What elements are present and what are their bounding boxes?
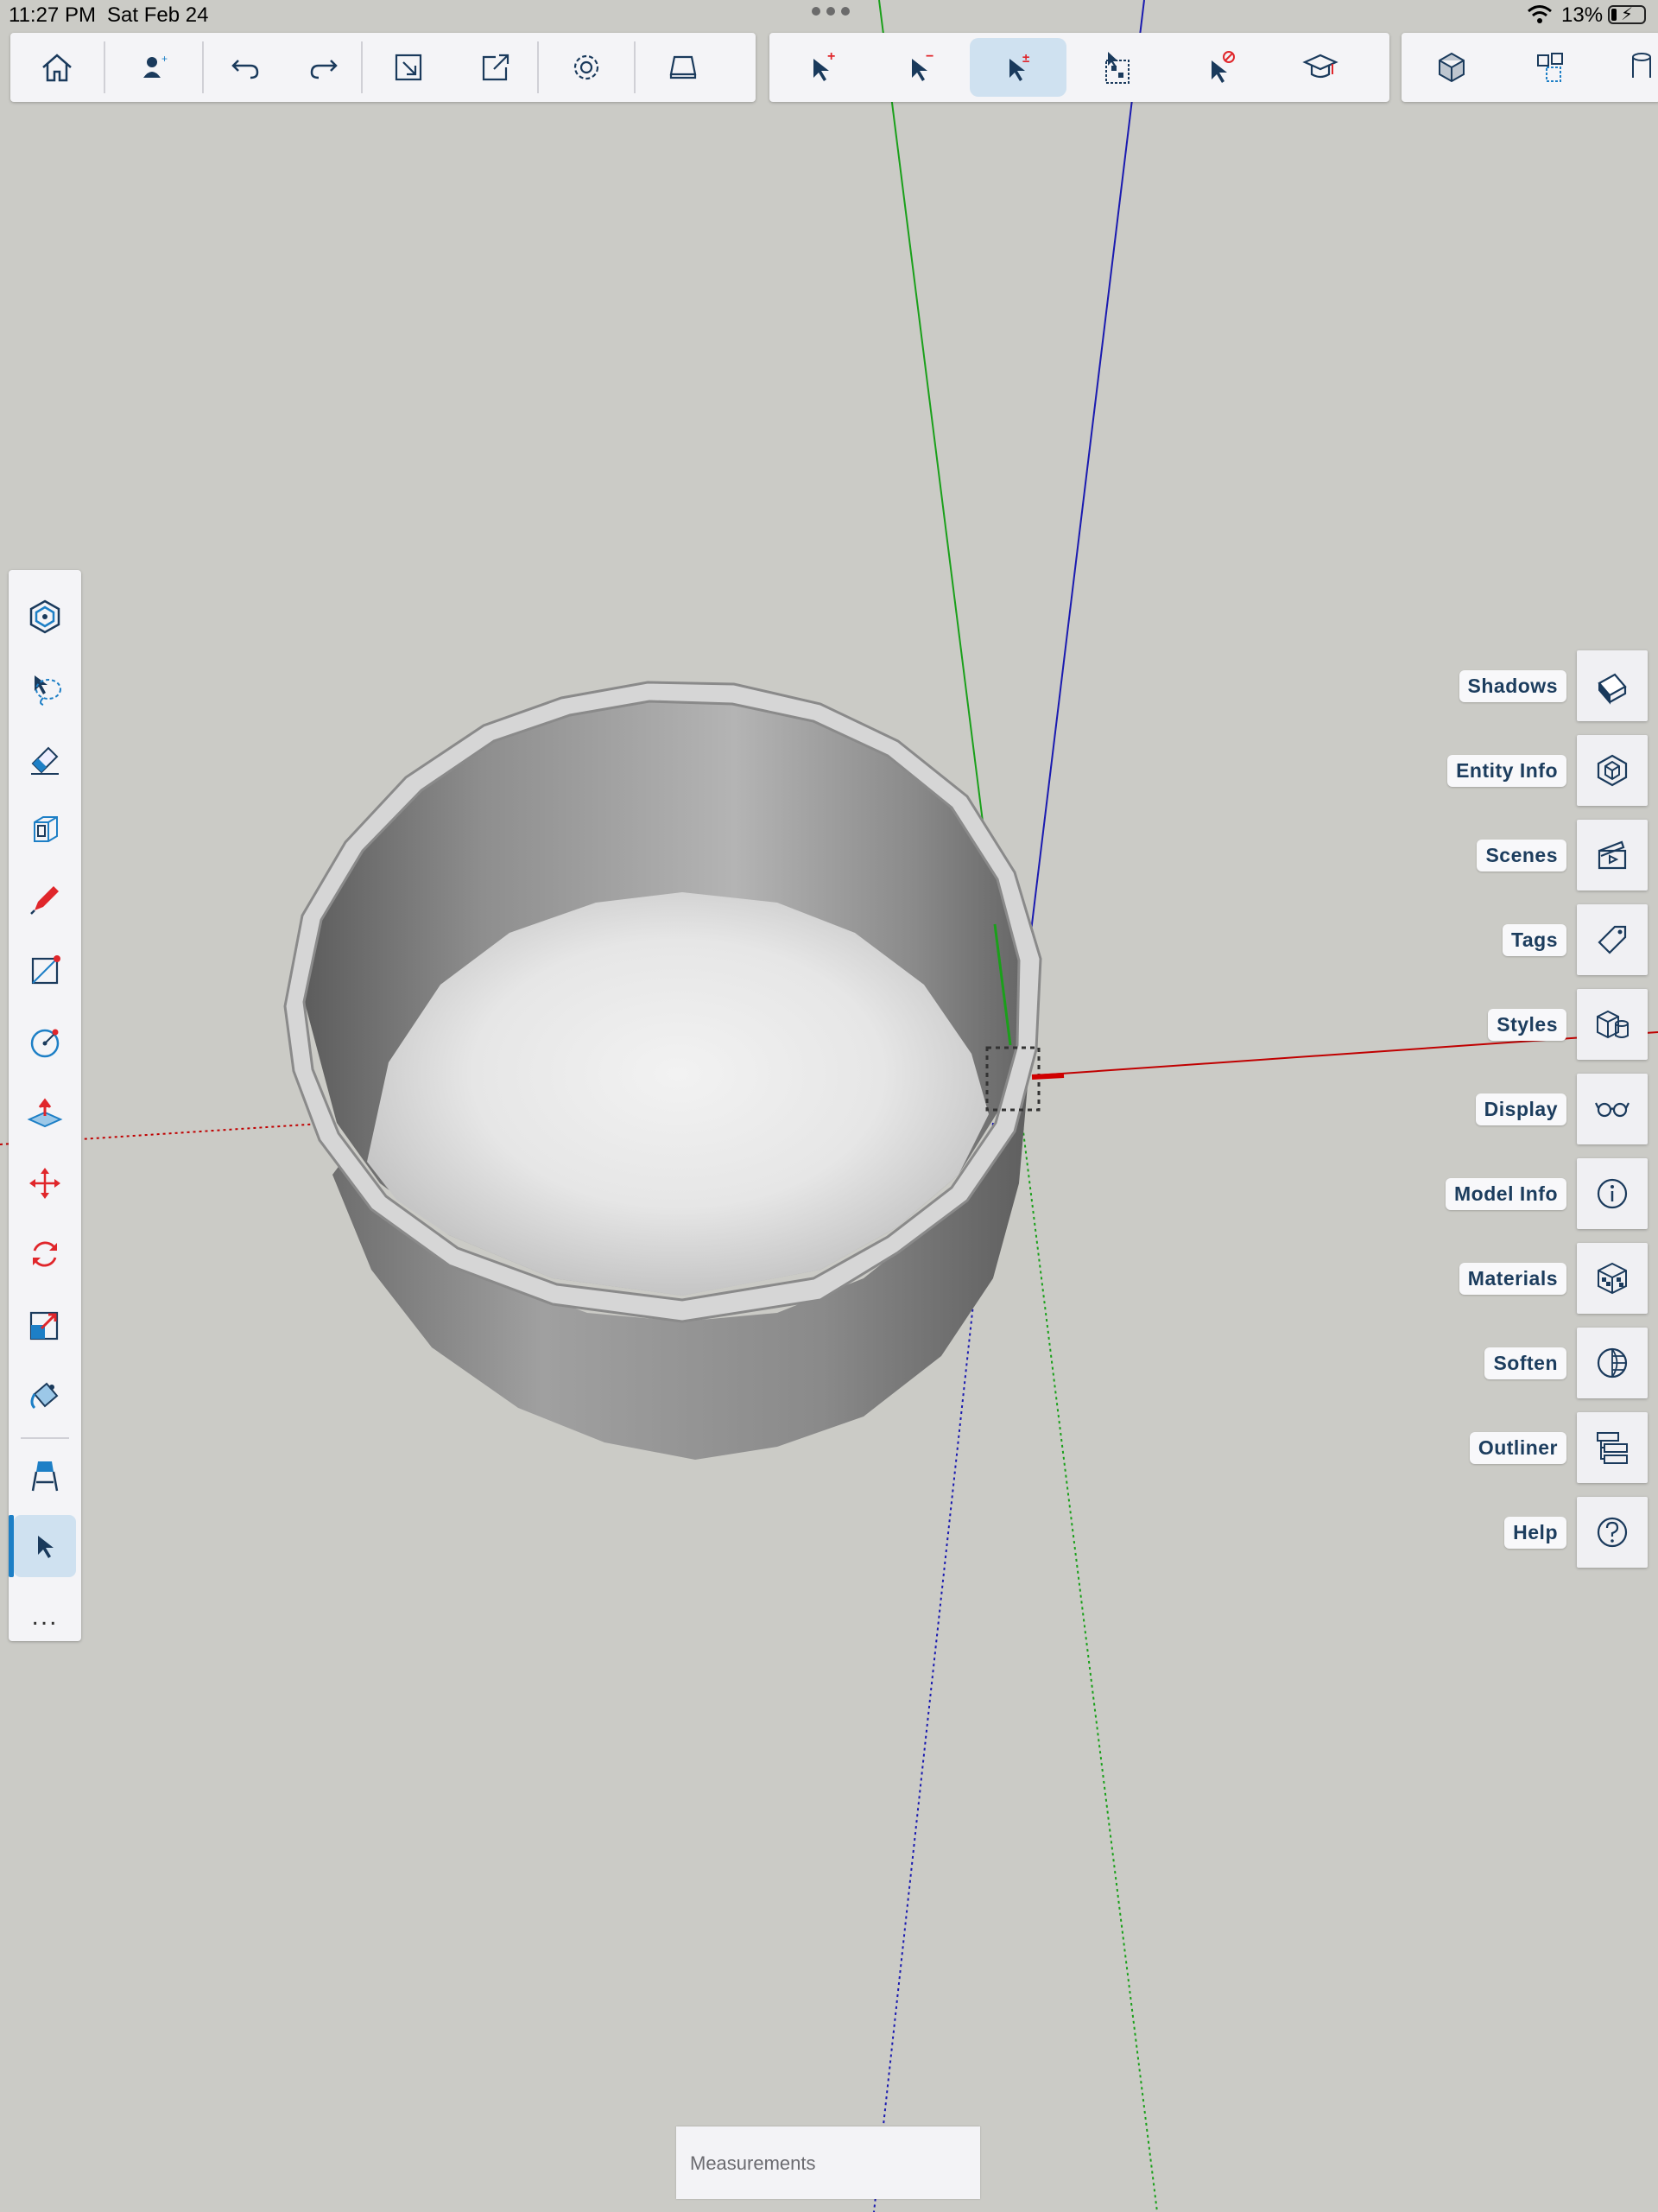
red-axis-marker — [1031, 1073, 1065, 1080]
scale-icon[interactable] — [14, 1294, 76, 1356]
scenes-icon[interactable] — [1577, 820, 1648, 891]
green-axis-dotted — [1018, 1096, 1158, 2212]
entity-info-icon[interactable] — [1577, 735, 1648, 806]
svg-text:+: + — [827, 49, 835, 64]
rotate-icon[interactable] — [14, 1223, 76, 1285]
select-icon[interactable] — [9, 1515, 76, 1577]
panel-label[interactable]: Model Info — [1446, 1177, 1566, 1210]
add-user-icon[interactable]: + — [105, 38, 202, 97]
svg-text:+: + — [161, 53, 168, 65]
paint-bucket-icon[interactable] — [14, 1365, 76, 1427]
select-add-icon[interactable]: + — [773, 38, 871, 97]
import-icon[interactable] — [363, 38, 454, 97]
selection-toolbar: + − ± — [769, 33, 1389, 102]
panel-soften[interactable]: Soften — [1484, 1327, 1648, 1399]
panel-label[interactable]: Display — [1475, 1093, 1566, 1125]
select-remove-icon[interactable]: − — [871, 38, 970, 97]
panel-help[interactable]: Help — [1504, 1496, 1648, 1569]
measurements-box[interactable]: Measurements — [676, 2126, 980, 2199]
undo-icon[interactable] — [204, 38, 287, 97]
move-icon[interactable] — [14, 1152, 76, 1214]
panel-label[interactable]: Scenes — [1477, 839, 1566, 871]
components-icon[interactable] — [1502, 38, 1602, 97]
push-pull-icon[interactable] — [14, 1081, 76, 1144]
panel-label[interactable]: Entity Info — [1447, 754, 1566, 787]
panel-tags[interactable]: Tags — [1503, 903, 1648, 976]
instructor-icon[interactable] — [1270, 38, 1370, 97]
component-icon[interactable] — [1402, 38, 1502, 97]
svg-text:±: ± — [1022, 51, 1029, 66]
eraser-icon[interactable] — [14, 727, 76, 789]
help-icon[interactable] — [1577, 1497, 1648, 1568]
panel-label[interactable]: Tags — [1503, 923, 1566, 956]
panel-scenes[interactable]: Scenes — [1477, 819, 1648, 891]
panel-label[interactable]: Materials — [1459, 1262, 1566, 1295]
status-date: Sat Feb 24 — [107, 3, 209, 27]
materials-icon[interactable] — [1577, 1243, 1648, 1314]
outliner-icon[interactable] — [1577, 1412, 1648, 1483]
pencil-icon[interactable] — [14, 869, 76, 931]
panel-label[interactable]: Help — [1504, 1516, 1566, 1549]
select-toggle-icon[interactable]: ± — [970, 38, 1066, 97]
measurements-placeholder[interactable]: Measurements — [690, 2152, 816, 2175]
offset-icon[interactable] — [14, 798, 76, 860]
model-info-icon[interactable] — [1577, 1158, 1648, 1229]
shadows-icon[interactable] — [1577, 650, 1648, 721]
home-icon[interactable] — [10, 38, 104, 97]
blue-axis — [1016, 0, 1145, 1046]
panel-model-info[interactable]: Model Info — [1446, 1157, 1648, 1230]
multitasking-dots[interactable] — [812, 7, 850, 16]
battery-percent: 13% — [1561, 3, 1604, 27]
rectangle-icon[interactable] — [14, 940, 76, 1002]
select-none-icon[interactable] — [1170, 38, 1270, 97]
panel-entity-info[interactable]: Entity Info — [1447, 734, 1648, 807]
panel-label[interactable]: Soften — [1484, 1347, 1566, 1379]
panel-label[interactable]: Shadows — [1459, 669, 1566, 702]
tags-icon[interactable] — [1577, 904, 1648, 975]
panel-display[interactable]: Display — [1475, 1073, 1648, 1145]
panel-styles[interactable]: Styles — [1488, 988, 1648, 1061]
settings-icon[interactable] — [539, 38, 634, 97]
lasso-icon[interactable] — [14, 656, 76, 719]
palette-divider — [21, 1437, 69, 1439]
tape-measure-icon[interactable] — [14, 1444, 76, 1506]
main-toolbar: + — [10, 33, 756, 102]
panel-materials[interactable]: Materials — [1459, 1242, 1648, 1315]
panel-label[interactable]: Styles — [1488, 1008, 1566, 1041]
model-viewport[interactable] — [0, 0, 1658, 2212]
status-time: 11:27 PM — [9, 3, 96, 27]
component-toolbar — [1402, 33, 1658, 102]
tool-palette: ... — [9, 570, 81, 1641]
soften-icon[interactable] — [1577, 1328, 1648, 1398]
select-all-icon[interactable] — [1066, 38, 1170, 97]
wifi-icon — [1528, 5, 1552, 23]
panel-outliner[interactable]: Outliner — [1469, 1411, 1648, 1484]
redo-icon[interactable] — [287, 38, 361, 97]
cylinder-icon[interactable] — [1602, 38, 1654, 97]
battery-icon: ⚡ — [1608, 5, 1646, 24]
status-bar: 11:27 PM Sat Feb 24 13% ⚡ — [0, 0, 1658, 31]
display-icon[interactable] — [1577, 1074, 1648, 1144]
view-icon[interactable] — [636, 38, 731, 97]
styles-icon[interactable] — [1577, 989, 1648, 1060]
export-icon[interactable] — [454, 38, 537, 97]
svg-text:−: − — [926, 49, 933, 64]
orbit-icon[interactable] — [14, 586, 76, 648]
circle-icon[interactable] — [14, 1011, 76, 1073]
panel-shadows[interactable]: Shadows — [1459, 650, 1648, 722]
more-tools-button[interactable]: ... — [14, 1586, 76, 1648]
panel-label[interactable]: Outliner — [1469, 1431, 1566, 1464]
